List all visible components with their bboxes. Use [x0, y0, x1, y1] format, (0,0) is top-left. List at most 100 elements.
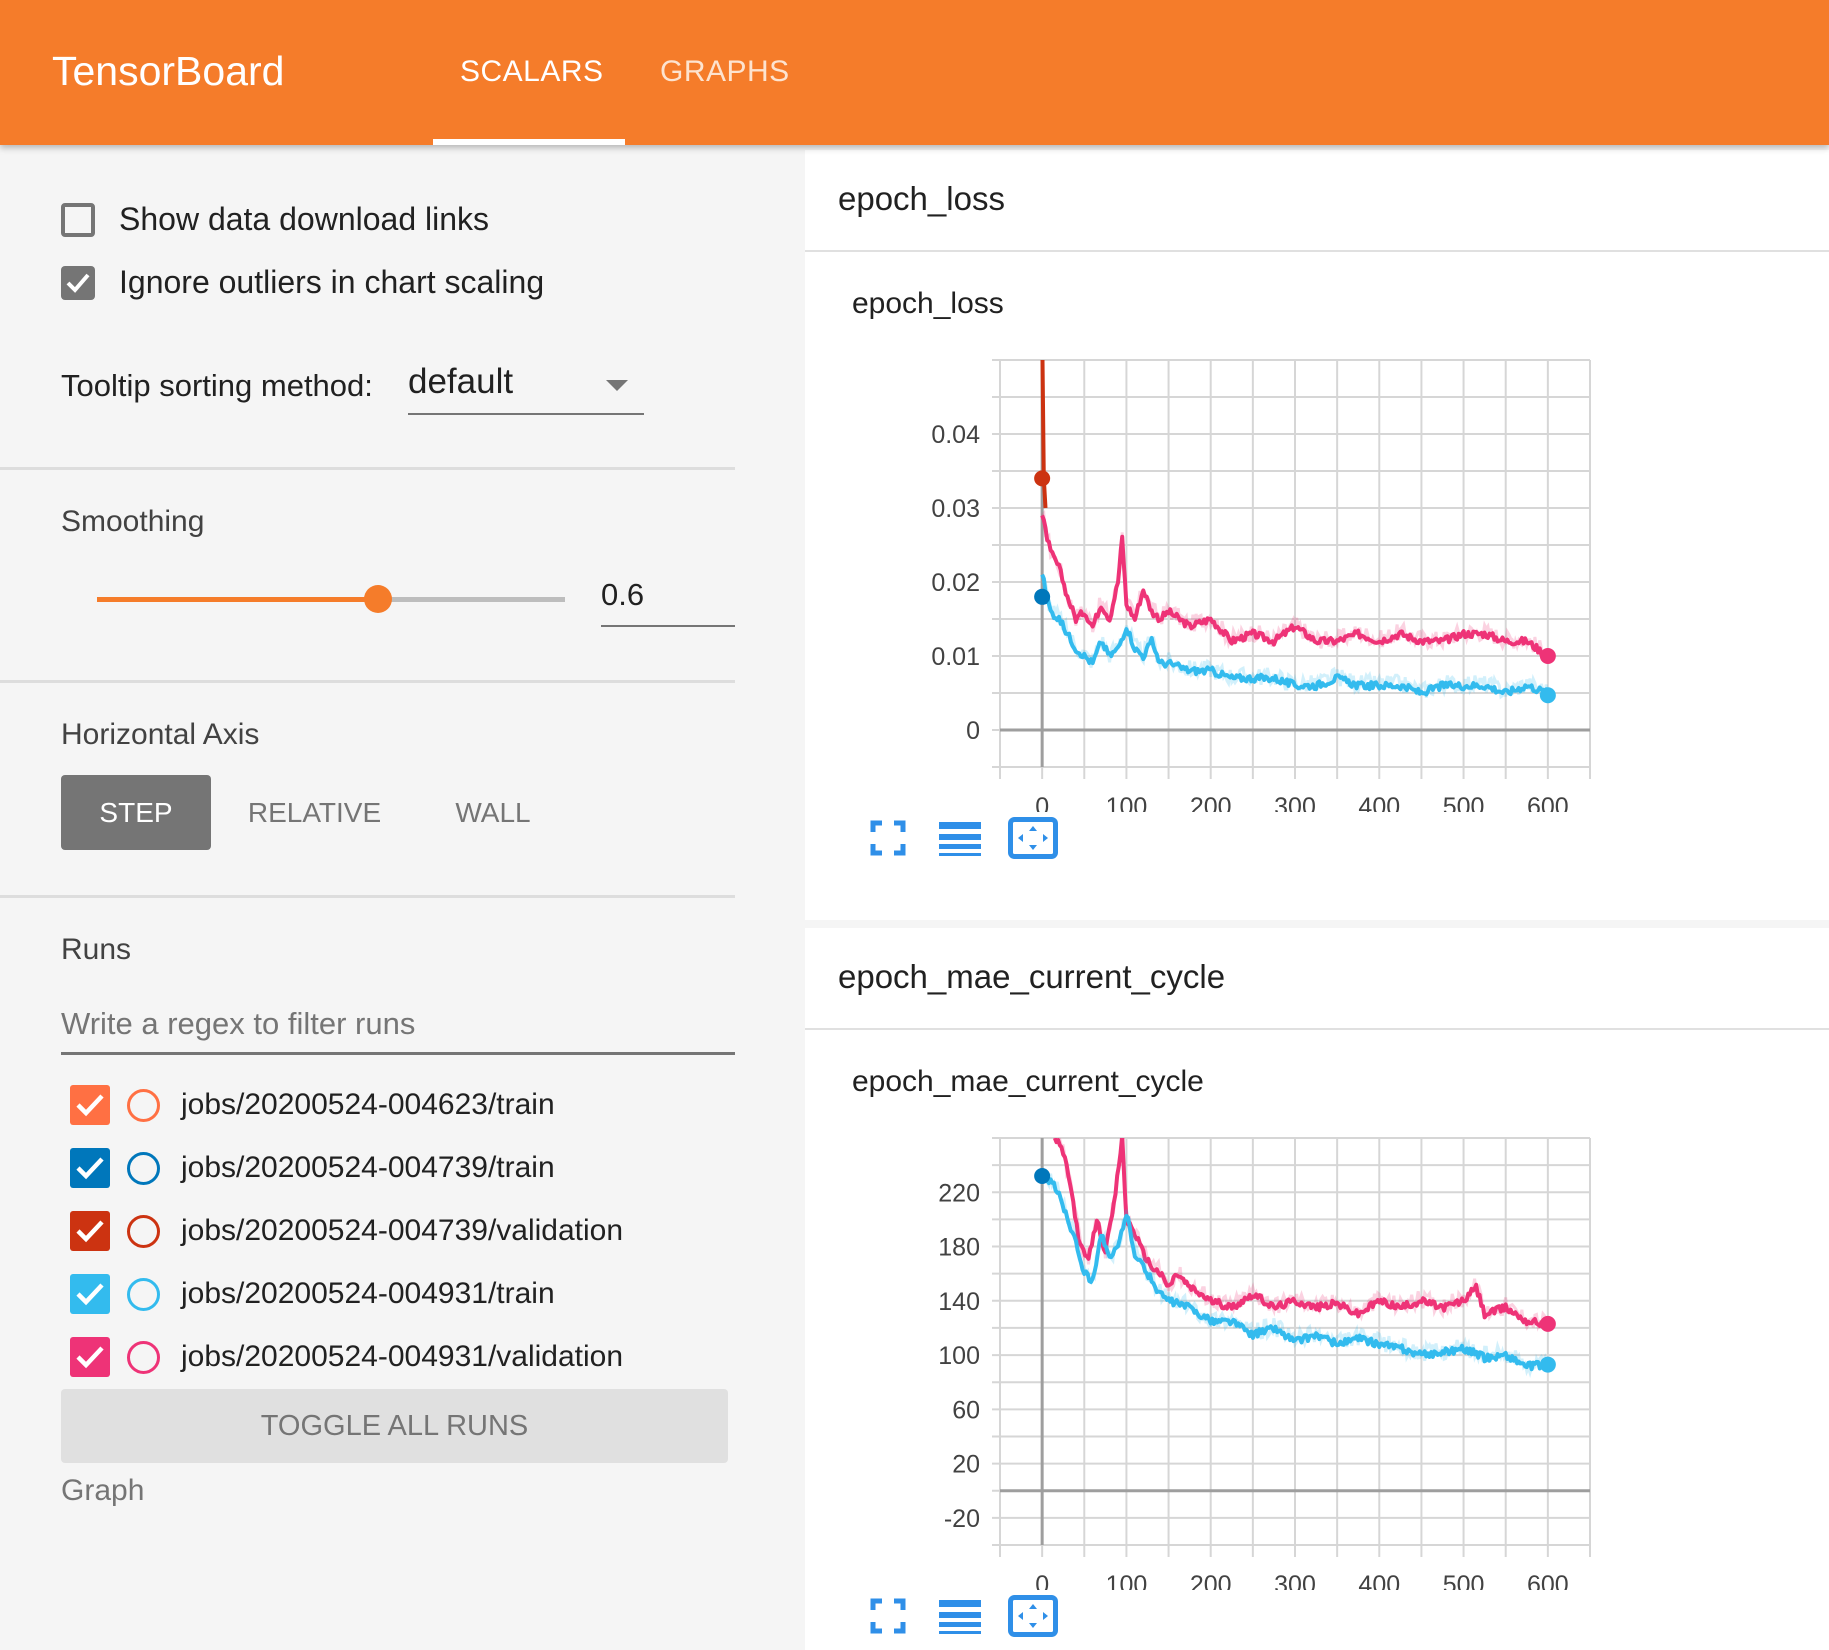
x-tick-label: 400 — [1358, 1571, 1400, 1590]
category-title: epoch_mae_current_cycle — [838, 958, 1226, 995]
run-label: jobs/20200524-004739/validation — [181, 1214, 624, 1247]
x-tick-label: 0 — [1035, 1571, 1049, 1590]
x-tick-label: 100 — [1106, 793, 1148, 812]
run-label: jobs/20200524-004931/train — [181, 1277, 555, 1310]
series-end-marker — [1539, 648, 1556, 664]
app-header: TensorBoard SCALARS GRAPHS — [0, 0, 1829, 145]
main-panel: epoch_loss epoch_loss 0 100 200 300 400 500 60… — [803, 145, 1829, 1650]
checkmark-icon — [76, 1094, 104, 1117]
series-end-marker — [1034, 588, 1051, 605]
run-color-radio[interactable] — [127, 1152, 160, 1185]
checkmark-icon — [66, 273, 90, 293]
y-tick-label: 0 — [966, 717, 980, 745]
toggle-all-runs-button[interactable]: TOGGLE ALL RUNS — [61, 1389, 728, 1463]
x-tick-label: 500 — [1443, 1571, 1485, 1590]
x-tick-label: 300 — [1274, 793, 1316, 812]
y-tick-label: 0.01 — [931, 643, 980, 671]
y-tick-label: 20 — [952, 1451, 980, 1479]
chart-epoch-loss[interactable]: 0 100 200 300 400 500 600 0 0.01 0.02 0.03 0.04 — [805, 252, 1829, 812]
show-download-links-checkbox[interactable] — [61, 203, 95, 237]
run-label: jobs/20200524-004623/train — [181, 1088, 555, 1121]
smoothing-slider-knob[interactable] — [363, 585, 392, 613]
chart-card-epoch-mae-current-cycle: epoch_mae_current_cycle 0 100 200 300 400 500… — [805, 1030, 1829, 1650]
fit-domain-icon[interactable] — [1008, 817, 1058, 864]
divider — [0, 467, 735, 470]
toggle-log-scale-icon[interactable] — [939, 820, 981, 863]
tab-scalars[interactable]: SCALARS — [460, 55, 604, 89]
run-checkbox[interactable] — [70, 1211, 110, 1251]
run-checkbox[interactable] — [70, 1337, 110, 1377]
series-end-marker — [1539, 687, 1556, 704]
divider — [0, 680, 735, 683]
grid — [992, 359, 1591, 779]
run-checkbox[interactable] — [70, 1148, 110, 1188]
series-end-marker — [1539, 1315, 1556, 1332]
x-tick-label: 100 — [1106, 1571, 1148, 1590]
fullscreen-icon[interactable] — [870, 820, 906, 861]
y-tick-label: 0.04 — [931, 421, 980, 449]
fit-domain-icon[interactable] — [1008, 1595, 1058, 1642]
series-end-marker — [1034, 1167, 1051, 1184]
x-tick-label: 600 — [1527, 793, 1569, 812]
y-tick-label: 180 — [938, 1234, 980, 1262]
run-label: jobs/20200524-004931/validation — [181, 1340, 624, 1373]
y-tick-label: 100 — [938, 1342, 980, 1370]
axis-step-button[interactable]: STEP — [61, 775, 211, 850]
x-tick-label: 0 — [1035, 793, 1049, 812]
dropdown-underline — [408, 413, 644, 415]
ignore-outliers-label: Ignore outliers in chart scaling — [119, 264, 545, 300]
ignore-outliers-checkbox[interactable] — [61, 266, 95, 300]
axis-wall-button[interactable]: WALL — [428, 775, 558, 850]
x-tick-label: 400 — [1358, 793, 1400, 812]
chart-epoch-mae-current-cycle[interactable]: 0 100 200 300 400 500 600 -20 20 60 100 140 180 220 — [805, 1030, 1829, 1590]
smoothing-input-underline — [601, 625, 735, 627]
graph-section-label: Graph — [61, 1474, 145, 1507]
x-tick-label: 200 — [1190, 1571, 1232, 1590]
grid — [992, 1137, 1591, 1557]
checkmark-icon — [76, 1346, 104, 1369]
checkmark-icon — [76, 1157, 104, 1180]
y-tick-label: -20 — [944, 1505, 980, 1533]
chart-card-epoch-loss: epoch_loss 0 100 200 300 400 500 600 0 0.01 0.02 0… — [805, 252, 1829, 920]
tooltip-sorting-label: Tooltip sorting method: — [61, 368, 373, 403]
run-color-radio[interactable] — [127, 1278, 160, 1311]
active-tab-indicator — [433, 139, 625, 145]
x-tick-label: 600 — [1527, 1571, 1569, 1590]
y-tick-label: 0.02 — [931, 569, 980, 597]
checkmark-icon — [76, 1220, 104, 1243]
fullscreen-icon[interactable] — [870, 1598, 906, 1639]
run-color-radio[interactable] — [127, 1089, 160, 1122]
smoothing-slider-fill — [97, 597, 378, 602]
y-tick-label: 140 — [938, 1288, 980, 1316]
run-label: jobs/20200524-004739/train — [181, 1151, 555, 1184]
checkmark-icon — [76, 1283, 104, 1306]
tooltip-sorting-value[interactable]: default — [408, 362, 513, 402]
smoothing-input[interactable]: 0.6 — [601, 577, 644, 613]
x-tick-label: 300 — [1274, 1571, 1316, 1590]
x-tick-label: 500 — [1443, 793, 1485, 812]
run-color-radio[interactable] — [127, 1341, 160, 1374]
category-title: epoch_loss — [838, 180, 1005, 217]
divider — [0, 895, 735, 898]
x-tick-label: 200 — [1190, 793, 1232, 812]
runs-filter-input[interactable]: Write a regex to filter runs — [61, 1006, 415, 1042]
category-header-epoch-loss[interactable]: epoch_loss — [805, 150, 1829, 252]
series-end-marker — [1539, 1356, 1556, 1373]
smoothing-title: Smoothing — [61, 505, 205, 538]
y-tick-label: 0.03 — [931, 495, 980, 523]
runs-filter-underline — [61, 1052, 735, 1055]
series-end-marker — [1034, 470, 1051, 487]
axis-relative-button[interactable]: RELATIVE — [232, 775, 397, 850]
run-color-radio[interactable] — [127, 1215, 160, 1248]
dropdown-arrow-icon[interactable] — [606, 380, 628, 391]
show-download-links-label: Show data download links — [119, 201, 490, 237]
y-tick-label: 60 — [952, 1396, 980, 1424]
toggle-log-scale-icon[interactable] — [939, 1598, 981, 1641]
category-header-epoch-mae-current-cycle[interactable]: epoch_mae_current_cycle — [805, 928, 1829, 1030]
run-checkbox[interactable] — [70, 1274, 110, 1314]
runs-title: Runs — [61, 933, 132, 966]
tab-graphs[interactable]: GRAPHS — [660, 55, 790, 89]
run-checkbox[interactable] — [70, 1085, 110, 1125]
app-title: TensorBoard — [52, 48, 285, 94]
y-tick-label: 220 — [938, 1179, 980, 1207]
